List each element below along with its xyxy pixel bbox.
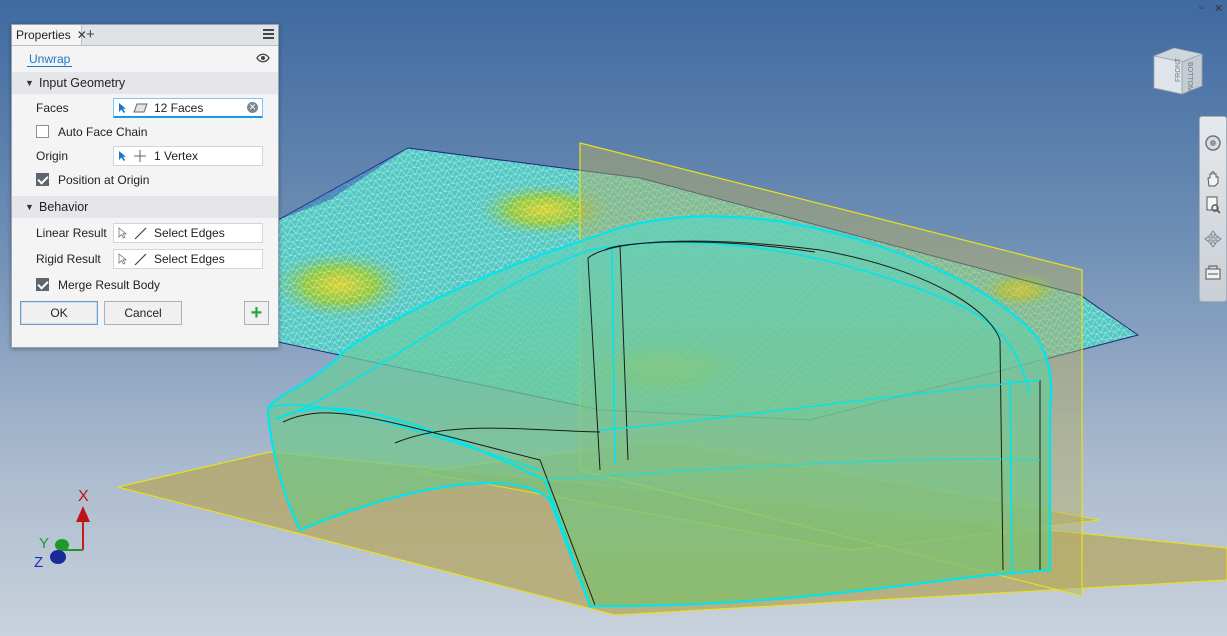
viewcube-bottom-label: BOTTOM bbox=[1186, 62, 1193, 92]
navigation-bar bbox=[1199, 116, 1227, 302]
viewcube-front-label: FRONT bbox=[1175, 57, 1182, 82]
rigid-result-selector[interactable]: Select Edges bbox=[113, 249, 263, 269]
auto-face-chain-checkbox[interactable] bbox=[36, 125, 49, 138]
triad-y-label: Y bbox=[39, 535, 49, 552]
select-arrow-icon bbox=[118, 253, 130, 265]
tab-properties[interactable]: Properties ✕ bbox=[12, 25, 87, 45]
select-arrow-icon bbox=[118, 227, 130, 239]
merge-result-body-checkbox[interactable] bbox=[36, 278, 49, 291]
unwrap-link[interactable]: Unwrap bbox=[27, 52, 73, 67]
position-at-origin-label: Position at Origin bbox=[58, 173, 150, 187]
restore-icon[interactable]: ▫ bbox=[1199, 2, 1203, 14]
menu-icon[interactable] bbox=[263, 29, 274, 41]
origin-selector[interactable]: 1 Vertex bbox=[113, 146, 263, 166]
select-arrow-icon bbox=[118, 150, 130, 162]
tab-title: Properties bbox=[16, 28, 71, 42]
faces-label: Faces bbox=[36, 101, 69, 115]
face-icon bbox=[133, 103, 149, 113]
merge-result-body-row: Merge Result Body bbox=[12, 273, 278, 297]
section-title: Behavior bbox=[39, 200, 89, 214]
close-viewport-icon[interactable]: ✕ bbox=[1214, 2, 1223, 15]
position-at-origin-row: Position at Origin bbox=[12, 168, 278, 192]
rigid-result-row: Rigid Result Select Edges bbox=[12, 247, 278, 273]
edge-icon bbox=[133, 226, 149, 240]
cancel-button[interactable]: Cancel bbox=[104, 301, 182, 325]
vertex-icon bbox=[133, 149, 149, 163]
coordinate-triad: X Y Z bbox=[34, 488, 90, 571]
origin-label: Origin bbox=[36, 149, 69, 163]
faces-row: Faces 12 Faces ✕ bbox=[12, 96, 278, 120]
section-title: Input Geometry bbox=[39, 76, 126, 90]
linear-result-label: Linear Result bbox=[36, 226, 107, 240]
origin-row: Origin 1 Vertex bbox=[12, 144, 278, 168]
auto-face-chain-label: Auto Face Chain bbox=[58, 125, 148, 139]
command-header: Unwrap bbox=[12, 46, 278, 72]
rigid-result-label: Rigid Result bbox=[36, 252, 101, 266]
orbit-icon[interactable] bbox=[1203, 133, 1223, 153]
collapse-triangle-icon: ▼ bbox=[25, 78, 34, 88]
panel-tab-bar: Properties ✕ + bbox=[12, 25, 278, 46]
dialog-buttons: OK Cancel + bbox=[12, 297, 278, 333]
position-at-origin-checkbox[interactable] bbox=[36, 173, 49, 186]
ok-button[interactable]: OK bbox=[20, 301, 98, 325]
collapse-triangle-icon: ▼ bbox=[25, 202, 34, 212]
section-input-geometry[interactable]: ▼ Input Geometry bbox=[12, 72, 278, 94]
pan-icon[interactable] bbox=[1203, 169, 1223, 189]
eye-icon[interactable] bbox=[256, 53, 270, 63]
add-icon[interactable]: + bbox=[244, 301, 269, 325]
faces-selector[interactable]: 12 Faces ✕ bbox=[113, 98, 263, 118]
view-icon[interactable] bbox=[1203, 263, 1223, 283]
auto-face-chain-row: Auto Face Chain bbox=[12, 120, 278, 144]
look-icon[interactable] bbox=[1203, 229, 1223, 249]
linear-result-selector[interactable]: Select Edges bbox=[113, 223, 263, 243]
view-cube[interactable]: FRONT BOTTOM bbox=[1150, 46, 1206, 98]
section-behavior[interactable]: ▼ Behavior bbox=[12, 196, 278, 218]
triad-x-label: X bbox=[78, 488, 89, 505]
add-tab-icon[interactable]: + bbox=[86, 26, 95, 43]
properties-panel: Properties ✕ + Unwrap ▼ Input Geometry F… bbox=[11, 24, 279, 348]
linear-result-value: Select Edges bbox=[154, 226, 225, 240]
zoom-icon[interactable] bbox=[1203, 195, 1223, 215]
clear-icon[interactable]: ✕ bbox=[247, 102, 258, 113]
faces-value: 12 Faces bbox=[154, 100, 204, 115]
edge-icon bbox=[133, 252, 149, 266]
origin-value: 1 Vertex bbox=[154, 149, 199, 163]
rigid-result-value: Select Edges bbox=[154, 252, 225, 266]
linear-result-row: Linear Result Select Edges bbox=[12, 221, 278, 247]
triad-z-label: Z bbox=[34, 554, 43, 571]
select-arrow-icon bbox=[118, 102, 130, 114]
merge-result-body-label: Merge Result Body bbox=[58, 278, 161, 292]
